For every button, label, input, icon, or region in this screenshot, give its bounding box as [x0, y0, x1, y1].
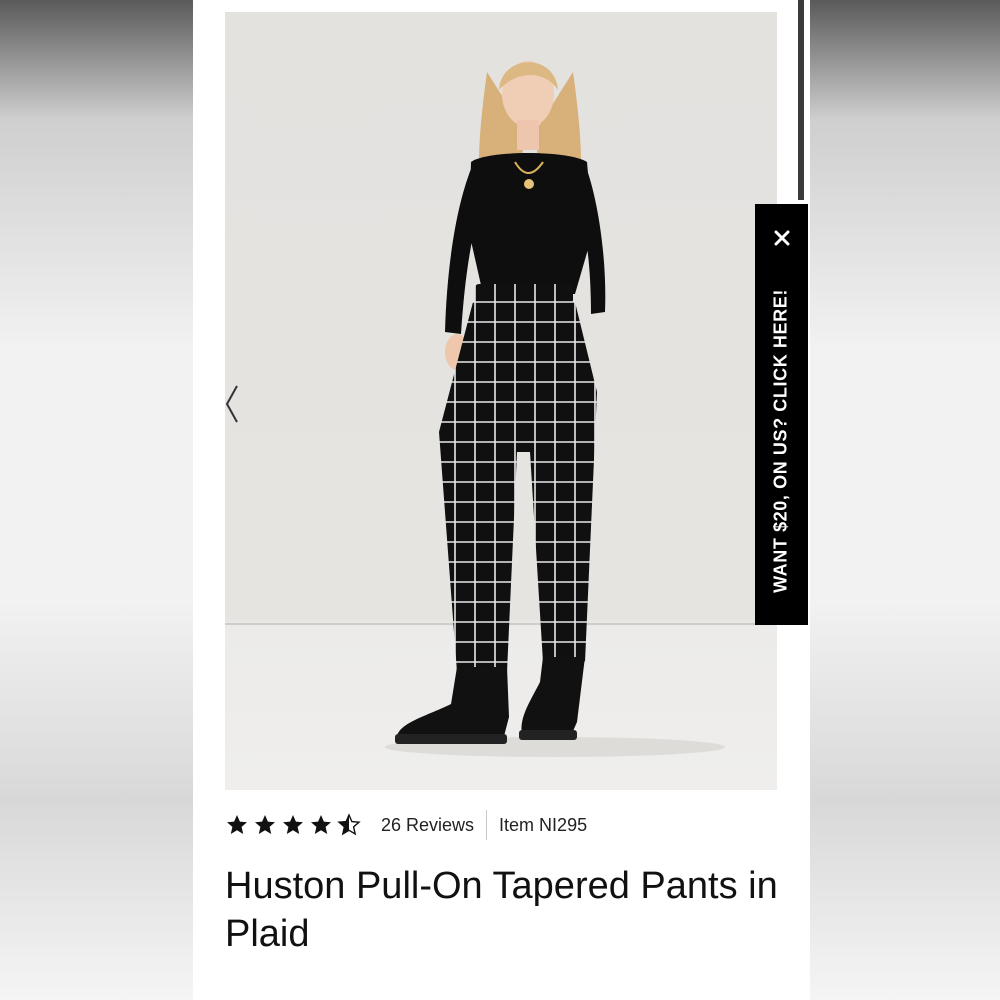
background-right — [810, 0, 1000, 1000]
product-page: 26 Reviews Item NI295 Huston Pull-On Tap… — [193, 0, 810, 1000]
promo-label[interactable]: WANT $20, ON US? CLICK HERE! — [771, 289, 792, 593]
divider — [486, 810, 488, 840]
star-icon — [283, 815, 303, 834]
rating-row: 26 Reviews Item NI295 — [225, 808, 587, 842]
background-left — [0, 0, 193, 1000]
promo-tab[interactable]: WANT $20, ON US? CLICK HERE! — [755, 204, 808, 625]
half-star-icon — [337, 813, 361, 836]
promo-close-button[interactable] — [755, 218, 808, 258]
reviews-link[interactable]: 26 Reviews — [381, 815, 474, 836]
item-number: Item NI295 — [499, 814, 588, 835]
chevron-left-icon — [225, 385, 238, 423]
product-title: Huston Pull-On Tapered Pants in Plaid — [225, 865, 778, 955]
previous-image-button[interactable] — [225, 384, 245, 424]
star-icon — [227, 815, 247, 834]
close-icon — [774, 230, 789, 246]
star-icon — [311, 815, 331, 834]
model-illustration — [225, 61, 777, 757]
product-image[interactable] — [225, 12, 777, 790]
star-icon — [255, 815, 275, 834]
scrollbar[interactable] — [798, 0, 804, 200]
star-rating[interactable] — [225, 813, 361, 837]
